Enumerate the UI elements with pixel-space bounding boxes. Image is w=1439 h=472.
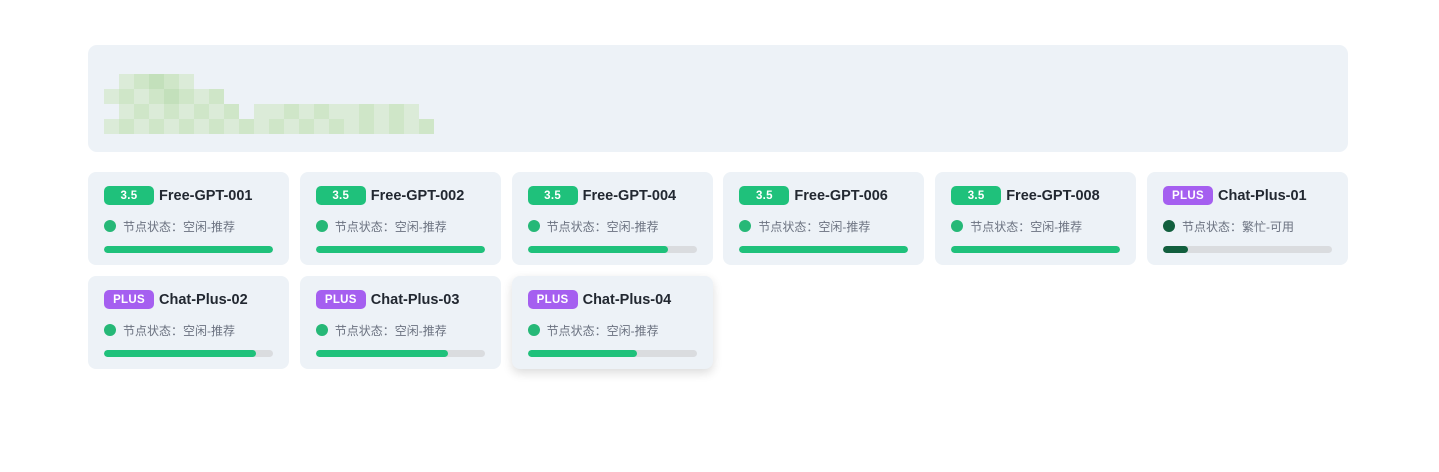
model-badge: 3.5 [951, 186, 1002, 205]
model-badge: 3.5 [104, 186, 154, 205]
load-progress-bar [104, 246, 273, 253]
node-card-header: 3.5 Free-GPT-001 [104, 186, 253, 205]
node-card[interactable]: 3.5 Free-GPT-001 节点状态：空闲-推荐 [88, 172, 289, 265]
node-card[interactable]: 3.5 Free-GPT-002 节点状态：空闲-推荐 [299, 172, 501, 265]
load-progress-bar [527, 246, 697, 253]
node-status: 节点状态：空闲-推荐 [527, 219, 659, 234]
load-progress-fill [104, 246, 273, 253]
node-name: Chat-Plus-03 [370, 291, 460, 308]
node-name: Chat-Plus-02 [159, 291, 248, 308]
node-status: 节点状态：空闲-推荐 [951, 219, 1083, 234]
load-progress-fill [739, 246, 909, 253]
status-dot-icon [104, 324, 116, 336]
node-name: Free-GPT-006 [794, 187, 888, 204]
status-text: 节点状态：空闲-推荐 [334, 323, 447, 338]
status-text: 节点状态：繁忙-可用 [1181, 219, 1294, 234]
node-card-header: 3.5 Free-GPT-002 [315, 186, 465, 205]
node-card-header: PLUS Chat-Plus-03 [315, 290, 460, 309]
model-badge: PLUS [104, 290, 154, 309]
node-name: Chat-Plus-01 [1217, 187, 1307, 204]
node-status: 节点状态：空闲-推荐 [315, 323, 447, 338]
load-progress-bar [739, 246, 909, 253]
status-dot-icon [104, 220, 116, 232]
status-text: 节点状态：空闲-推荐 [546, 323, 659, 338]
status-text: 节点状态：空闲-推荐 [758, 219, 871, 234]
load-progress-fill [1162, 246, 1189, 253]
load-progress-fill [315, 350, 448, 357]
node-card[interactable]: PLUS Chat-Plus-01 节点状态：繁忙-可用 [1146, 172, 1348, 265]
load-progress-bar [315, 246, 485, 253]
node-card[interactable]: 3.5 Free-GPT-004 节点状态：空闲-推荐 [511, 172, 713, 265]
status-text: 节点状态：空闲-推荐 [334, 219, 447, 234]
status-text: 节点状态：空闲-推荐 [123, 323, 235, 338]
node-grid: 3.5 Free-GPT-001 节点状态：空闲-推荐 3.5 Free-GPT… [88, 172, 1348, 369]
node-card-header: PLUS Chat-Plus-04 [527, 290, 672, 309]
node-card-header: PLUS Chat-Plus-02 [104, 290, 248, 309]
load-progress-bar [315, 350, 485, 357]
status-text: 节点状态：空闲-推荐 [970, 219, 1083, 234]
model-badge: 3.5 [739, 186, 790, 205]
status-text: 节点状态：空闲-推荐 [546, 219, 659, 234]
node-status: 节点状态：空闲-推荐 [104, 323, 235, 338]
node-status: 节点状态：空闲-推荐 [104, 219, 235, 234]
node-card-header: 3.5 Free-GPT-004 [527, 186, 677, 205]
node-status: 节点状态：繁忙-可用 [1162, 219, 1294, 234]
node-card[interactable]: 3.5 Free-GPT-006 节点状态：空闲-推荐 [723, 172, 925, 265]
status-dot-icon [951, 220, 964, 232]
status-dot-icon [1162, 220, 1175, 232]
node-card[interactable]: PLUS Chat-Plus-03 节点状态：空闲-推荐 [299, 276, 501, 369]
node-name: Free-GPT-008 [1006, 187, 1100, 204]
status-dot-icon [527, 220, 540, 232]
node-card[interactable]: 3.5 Free-GPT-008 节点状态：空闲-推荐 [935, 172, 1137, 265]
load-progress-bar [527, 350, 697, 357]
node-name: Free-GPT-002 [370, 187, 465, 204]
node-card-header: PLUS Chat-Plus-01 [1162, 186, 1307, 205]
page: 3.5 Free-GPT-001 节点状态：空闲-推荐 3.5 Free-GPT… [0, 0, 1439, 472]
model-badge: PLUS [527, 290, 578, 309]
node-name: Chat-Plus-04 [582, 291, 672, 308]
load-progress-bar [951, 246, 1121, 253]
node-status: 节点状态：空闲-推荐 [739, 219, 871, 234]
load-progress-fill [104, 350, 257, 357]
load-progress-bar [1162, 246, 1332, 253]
node-status: 节点状态：空闲-推荐 [315, 219, 447, 234]
node-card[interactable]: PLUS Chat-Plus-02 节点状态：空闲-推荐 [88, 276, 289, 369]
node-status: 节点状态：空闲-推荐 [527, 323, 659, 338]
load-progress-bar [104, 350, 273, 357]
load-progress-fill [527, 350, 638, 357]
status-dot-icon [315, 324, 328, 336]
status-dot-icon [315, 220, 328, 232]
node-card-header: 3.5 Free-GPT-006 [739, 186, 888, 205]
node-name: Free-GPT-001 [159, 187, 253, 204]
blurred-announcement-image [104, 74, 434, 134]
node-name: Free-GPT-004 [582, 187, 677, 204]
model-badge: PLUS [315, 290, 366, 309]
model-badge: 3.5 [527, 186, 578, 205]
model-badge: 3.5 [315, 186, 366, 205]
status-dot-icon [527, 324, 540, 336]
model-badge: PLUS [1162, 186, 1213, 205]
load-progress-fill [315, 246, 485, 253]
node-card-header: 3.5 Free-GPT-008 [951, 186, 1100, 205]
announcement-banner [88, 45, 1348, 152]
load-progress-fill [527, 246, 668, 253]
status-text: 节点状态：空闲-推荐 [123, 219, 235, 234]
status-dot-icon [739, 220, 752, 232]
node-card[interactable]: PLUS Chat-Plus-04 节点状态：空闲-推荐 [511, 276, 713, 369]
load-progress-fill [951, 246, 1121, 253]
